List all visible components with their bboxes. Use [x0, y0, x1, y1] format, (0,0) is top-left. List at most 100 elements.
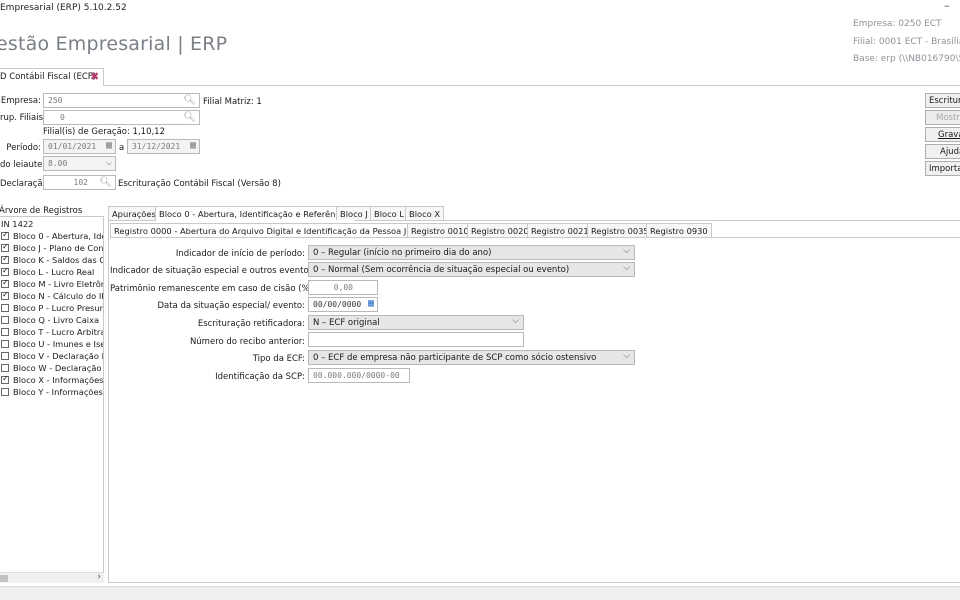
- app-title: estão Empresarial | ERP: [0, 33, 228, 55]
- tree-item-label: Bloco Q - Livro Caixa: [13, 315, 100, 325]
- ind-inicio-select[interactable]: 0 – Regular (início no primeiro dia do a…: [308, 245, 635, 260]
- tree-item-bloco-v[interactable]: Bloco V - Declaração DE: [1, 351, 104, 362]
- tree-item-label: Bloco 0 - Abertura, Iden: [13, 231, 104, 241]
- periodo-inicio-input[interactable]: 01/01/2021 ▦: [43, 139, 116, 154]
- checkbox-checked[interactable]: [1, 290, 9, 300]
- grup-filiais-input[interactable]: 0 🔍︎: [43, 110, 200, 125]
- tree-item-bloco-l[interactable]: Bloco L - Lucro Real: [1, 266, 94, 278]
- tree-item-label: Bloco N - Cálculo do IRI: [13, 291, 104, 301]
- retificadora-label: Escrituração retificadora:: [197, 319, 305, 329]
- checkbox-checked[interactable]: [1, 254, 9, 264]
- escrituracao-button[interactable]: Escritura: [925, 93, 960, 108]
- tab-registro-0020[interactable]: Registro 0020: [467, 223, 533, 237]
- chevron-down-icon[interactable]: ⌵: [623, 351, 630, 361]
- tab-registro-0010[interactable]: Registro 0010: [407, 223, 473, 237]
- checkbox-checked[interactable]: [1, 266, 9, 276]
- tab-bloco-x[interactable]: Bloco X: [405, 206, 445, 220]
- tab-registro-0000[interactable]: Registro 0000 - Abertura do Arquivo Digi…: [110, 223, 439, 238]
- empresa-input[interactable]: 250 🔍︎: [43, 93, 200, 108]
- ind-inicio-value: 0 – Regular (início no primeiro dia do a…: [313, 248, 492, 258]
- chevron-down-icon[interactable]: ⌵: [106, 157, 112, 168]
- tab-bloco-j[interactable]: Bloco J: [336, 206, 372, 220]
- importar-button[interactable]: Importar: [925, 161, 960, 176]
- tab-bloco-0[interactable]: Bloco 0 - Abertura, Identificação e Refe…: [155, 206, 356, 221]
- tree-item-label: Bloco P - Lucro Presumi: [13, 303, 104, 313]
- tree-item-bloco-x[interactable]: Bloco X - Informações E: [1, 374, 103, 386]
- tree-item-bloco-w[interactable]: Bloco W - Declaração Pa: [1, 363, 103, 374]
- checkbox-unchecked[interactable]: [1, 304, 9, 312]
- app-header: estão Empresarial | ERP Empresa: 0250 EC…: [0, 17, 960, 67]
- chevron-down-icon[interactable]: ⌵: [623, 263, 630, 273]
- tab-registro-0035[interactable]: Registro 0035: [587, 223, 653, 237]
- checkbox-checked[interactable]: [1, 230, 9, 240]
- tree-root-in1422[interactable]: IN 1422: [1, 219, 33, 230]
- checkbox-unchecked[interactable]: [1, 364, 9, 372]
- empresa-label: Empresa:: [0, 96, 41, 106]
- leiaute-select[interactable]: 8.00 ⌵: [43, 156, 116, 171]
- retificadora-select[interactable]: N – ECF original ⌵: [308, 315, 524, 330]
- branch-info: Filial: 0001 ECT - Brasília/: [853, 37, 960, 47]
- data-situacao-input[interactable]: 00/00/0000 ▦: [308, 297, 378, 312]
- tree-horizontal-scrollbar[interactable]: ›: [0, 572, 104, 583]
- search-icon[interactable]: 🔍︎: [183, 112, 196, 123]
- scrollbar-thumb[interactable]: [0, 575, 8, 582]
- patrimonio-input[interactable]: 0,00: [308, 280, 378, 295]
- tree-item-label: IN 1422: [1, 219, 34, 229]
- tree-item-bloco-0[interactable]: Bloco 0 - Abertura, Iden: [1, 230, 104, 242]
- ind-situacao-select[interactable]: 0 – Normal (Sem ocorrência de situação e…: [308, 262, 635, 277]
- search-icon[interactable]: 🔍︎: [183, 95, 196, 106]
- calendar-icon[interactable]: ▦: [368, 298, 374, 309]
- calendar-icon[interactable]: ▦: [190, 140, 196, 151]
- tree-item-bloco-j[interactable]: Bloco J - Plano de Cont: [1, 242, 104, 254]
- tab-registro-0930[interactable]: Registro 0930: [646, 223, 712, 237]
- checkbox-unchecked[interactable]: [1, 316, 9, 324]
- mostrar-button[interactable]: Mostr: [925, 110, 960, 125]
- tab-bloco-l[interactable]: Bloco L: [370, 206, 408, 220]
- checkbox-unchecked[interactable]: [1, 352, 9, 360]
- checkbox-unchecked[interactable]: [1, 340, 9, 348]
- gravar-button[interactable]: Grava: [925, 127, 960, 142]
- empresa-value: 250: [48, 96, 63, 105]
- tipo-ecf-select[interactable]: 0 – ECF de empresa não participante de S…: [308, 350, 635, 365]
- declaracao-input[interactable]: 102 🔍︎: [43, 175, 116, 190]
- ind-situacao-label: Indicador de situação especial e outros …: [110, 266, 316, 276]
- tree-item-bloco-p[interactable]: Bloco P - Lucro Presumi: [1, 303, 104, 314]
- filial-matriz-text: Filial Matriz: 1: [203, 97, 262, 107]
- search-icon[interactable]: 🔍︎: [99, 177, 112, 188]
- tree-item-bloco-q[interactable]: Bloco Q - Livro Caixa: [1, 315, 99, 326]
- tree-item-bloco-n[interactable]: Bloco N - Cálculo do IRI: [1, 290, 104, 302]
- tree-item-bloco-m[interactable]: Bloco M - Livro Eletrôni: [1, 278, 103, 290]
- checkbox-unchecked[interactable]: [1, 328, 9, 336]
- close-tab-icon[interactable]: ✖: [90, 70, 99, 83]
- tree-item-bloco-y[interactable]: Bloco Y - Informações G: [1, 387, 103, 398]
- document-tab-strip: D Contábil Fiscal (ECF) ✖: [0, 67, 960, 86]
- chevron-down-icon[interactable]: ⌵: [623, 246, 630, 256]
- declaracao-value: 102: [73, 178, 88, 187]
- tab-apuracoes[interactable]: Apurações: [108, 206, 160, 220]
- tree-item-bloco-t[interactable]: Bloco T - Lucro Arbitrad: [1, 327, 103, 338]
- periodo-fim-input[interactable]: 31/12/2021 ▦: [127, 139, 200, 154]
- recibo-label: Número do recibo anterior:: [189, 337, 305, 347]
- checkbox-checked[interactable]: [1, 278, 9, 288]
- leiaute-value: 8.00: [48, 159, 68, 168]
- checkbox-unchecked[interactable]: [1, 388, 9, 396]
- recibo-input[interactable]: [308, 332, 524, 347]
- checkbox-checked[interactable]: [1, 374, 9, 384]
- periodo-separator: a: [119, 143, 125, 153]
- tree-item-label: Bloco J - Plano de Cont: [13, 243, 104, 253]
- minimize-button[interactable]: –: [944, 0, 950, 12]
- tree-item-bloco-k[interactable]: Bloco K - Saldos das Co: [1, 254, 103, 266]
- scroll-right-arrow-icon[interactable]: ›: [97, 572, 101, 582]
- chevron-down-icon[interactable]: ⌵: [512, 316, 519, 326]
- id-scp-input[interactable]: 00.000.000/0000-00: [308, 368, 410, 383]
- declaracao-label: Declaração:: [0, 179, 51, 189]
- tree-item-bloco-u[interactable]: Bloco U - Imunes e Isen: [1, 339, 103, 350]
- tab-registro-0021[interactable]: Registro 0021: [527, 223, 593, 237]
- calendar-icon[interactable]: ▦: [106, 140, 112, 151]
- grup-filiais-label: rup. Filiais:: [0, 113, 46, 123]
- tree-item-label: Bloco V - Declaração DE: [13, 351, 104, 361]
- checkbox-checked[interactable]: [1, 242, 9, 252]
- document-tab-ecf[interactable]: D Contábil Fiscal (ECF) ✖: [0, 68, 104, 86]
- ajuda-button[interactable]: Ajuda: [925, 144, 960, 159]
- ind-situacao-value: 0 – Normal (Sem ocorrência de situação e…: [313, 265, 570, 275]
